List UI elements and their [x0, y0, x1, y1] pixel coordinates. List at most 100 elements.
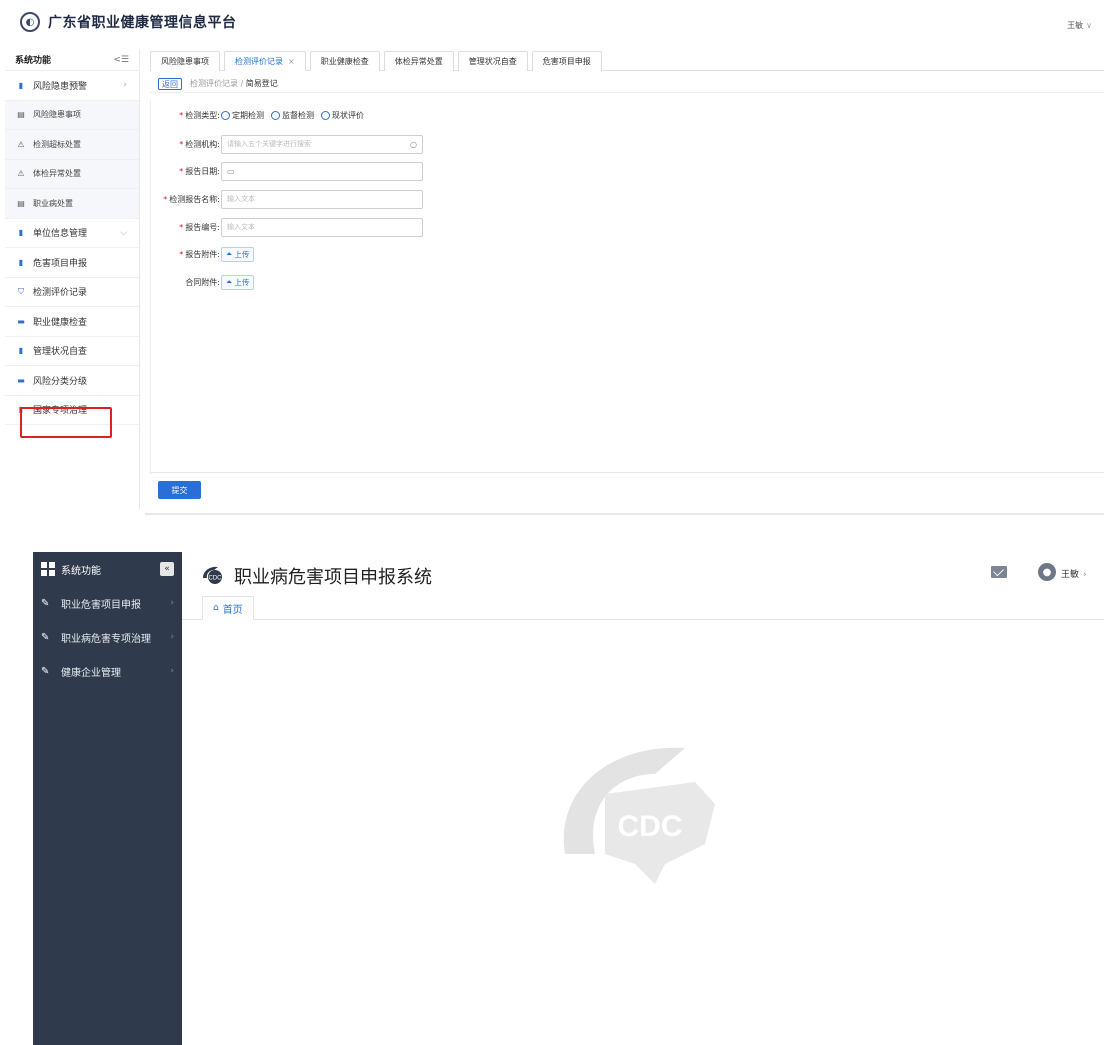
- sidebar-item[interactable]: ▮ 风险隐患预警 ›: [5, 71, 139, 101]
- tab[interactable]: 管理状况自查: [457, 51, 528, 71]
- doc-icon: ▮: [18, 346, 24, 356]
- breadcrumb: 检测评价记录 / 简易登记: [190, 78, 278, 89]
- report-name-input[interactable]: 输入文本: [221, 189, 423, 209]
- sidebar-item[interactable]: ▤ 风险隐患事项: [5, 100, 139, 130]
- sidebar-item-label: 风险隐患预警: [33, 81, 88, 92]
- contract-upload-button[interactable]: ⏶ 上传: [221, 274, 255, 290]
- highlight-box: [20, 407, 112, 438]
- contract-attach-row: 合同附件: ⏶ 上传: [151, 272, 1104, 292]
- tab-bar: 风险隐患事项 检测评价记录 × 职业健康检查 体检异常处置 管理状况自查 危害项目申报: [150, 51, 1104, 71]
- chevron-right-icon: ›: [170, 632, 174, 642]
- warning-icon: ⚠: [17, 139, 25, 149]
- sidebar-item[interactable]: ✎ 职业病危害专项治理 ›: [33, 620, 182, 654]
- breadcrumb-parent[interactable]: 检测评价记录: [190, 79, 238, 88]
- user-name: 王敏: [1067, 21, 1084, 30]
- chevron-right-icon: ›: [1083, 570, 1087, 580]
- sidebar-item-label: 单位信息管理: [33, 229, 88, 240]
- tab[interactable]: 危害项目申报: [531, 51, 602, 71]
- monitor-icon: ▬: [17, 375, 25, 385]
- report-no-row: * 报告编号: 输入文本: [151, 217, 1104, 237]
- tab-label: 体检异常处置: [394, 57, 443, 66]
- sidebar-header: 系统功能 «: [33, 552, 182, 586]
- back-button[interactable]: 返回: [158, 77, 182, 90]
- edit-icon: ✎: [41, 631, 50, 643]
- user-menu[interactable]: 王敏 ›: [1061, 567, 1087, 580]
- sidebar-item[interactable]: ▮ 管理状况自查: [5, 337, 139, 366]
- form-footer: 提交: [150, 472, 1104, 508]
- tab[interactable]: 检测评价记录 ×: [224, 51, 306, 71]
- search-icon: ○: [410, 139, 417, 149]
- report-date-picker[interactable]: ▭: [221, 161, 423, 181]
- tab[interactable]: 职业健康检查: [309, 51, 380, 71]
- sidebar-item[interactable]: ▤ 职业病处置: [5, 189, 139, 219]
- avatar[interactable]: ●: [1038, 563, 1056, 581]
- detect-type-row: * 检测类型: 定期检测 监督检测 现状评价: [151, 105, 1104, 125]
- sidebar-item[interactable]: ▬ 风险分类分级: [5, 366, 139, 396]
- sidebar-item[interactable]: ⚠ 检测超标处置: [5, 130, 139, 160]
- report-date-label: * 报告日期:: [179, 166, 220, 176]
- chevron-down-icon: ⌵: [120, 227, 127, 238]
- submit-button[interactable]: 提交: [158, 481, 201, 499]
- report-upload-button[interactable]: ⏶ 上传: [221, 246, 255, 262]
- close-icon[interactable]: ×: [288, 57, 295, 66]
- agency-row: * 检测机构: 请输入五个关键字进行搜索 ○: [151, 134, 1104, 154]
- edit-icon: ✎: [41, 665, 50, 677]
- sidebar-item-label: 健康企业管理: [61, 667, 121, 679]
- grid-icon: [41, 562, 55, 576]
- sidebar-item-label: 危害项目申报: [33, 258, 88, 269]
- registration-form: * 检测类型: 定期检测 监督检测 现状评价 * 检测机构: 请输入五个关键字进行搜…: [150, 100, 1104, 475]
- sidebar-item[interactable]: ⛉ 检测评价记录: [5, 278, 139, 307]
- monitor-icon: ▬: [17, 316, 25, 326]
- report-name-row: * 检测报告名称: 输入文本: [151, 189, 1104, 209]
- sidebar-item[interactable]: ▮ 危害项目申报: [5, 248, 139, 278]
- dark-sidebar: 系统功能 « ✎ 职业危害项目申报 › ✎ 职业病危害专项治理 › ✎ 健康企业管理 ›: [33, 552, 182, 1045]
- radio-circle-icon: [221, 110, 230, 120]
- sidebar-item[interactable]: ✎ 健康企业管理 ›: [33, 654, 182, 688]
- sidebar-item[interactable]: ⚠ 体检异常处置: [5, 159, 139, 189]
- sidebar-item-label: 检测超标处置: [33, 139, 81, 149]
- tab-label: 管理状况自查: [468, 57, 517, 66]
- sidebar-title: 系统功能: [61, 565, 101, 577]
- list-icon: ▤: [17, 198, 25, 208]
- calendar-icon: ▭: [227, 166, 235, 176]
- chevron-down-icon: ∨: [1086, 21, 1092, 30]
- radio-status-eval[interactable]: 现状评价: [321, 110, 364, 121]
- sidebar-item-label: 职业病危害专项治理: [61, 633, 151, 645]
- tab-home[interactable]: ⌂ 首页: [202, 596, 254, 620]
- user-menu[interactable]: 王敏 ∨: [1067, 20, 1092, 31]
- tab[interactable]: 风险隐患事项: [150, 51, 220, 71]
- sidebar-item-label: 检测评价记录: [33, 288, 88, 299]
- agency-label: * 检测机构:: [179, 139, 220, 149]
- sidebar-item[interactable]: ▮ 单位信息管理 ⌵: [5, 219, 139, 248]
- collapse-icon[interactable]: <☰: [113, 55, 129, 65]
- user-name: 王敏: [1061, 570, 1080, 580]
- radio-periodic[interactable]: 定期检测: [221, 110, 264, 121]
- breadcrumb-current: 简易登记: [245, 79, 278, 88]
- breadcrumb-bar: 返回 检测评价记录 / 简易登记: [150, 75, 1104, 93]
- collapse-icon[interactable]: «: [160, 562, 174, 576]
- tab-label: 职业健康检查: [320, 57, 369, 66]
- home-icon: ⌂: [213, 603, 219, 613]
- shield-icon: ⛉: [18, 286, 24, 296]
- agency-search-input[interactable]: 请输入五个关键字进行搜索 ○: [221, 134, 423, 154]
- watermark-text: CDC: [618, 810, 683, 843]
- sidebar-item-label: 管理状况自查: [33, 347, 88, 358]
- top-sidebar: 系统功能 <☰ ▮ 风险隐患预警 › ▤ 风险隐患事项 ⚠ 检测超标处置 ⚠ 体检异常处置 ▤ 职业…: [5, 49, 140, 509]
- detect-type-label: * 检测类型:: [179, 110, 220, 120]
- warning-icon: ⚠: [17, 169, 25, 179]
- report-no-label: * 报告编号:: [179, 222, 220, 232]
- contract-attach-label: 合同附件:: [185, 277, 220, 287]
- sidebar-item[interactable]: ✎ 职业危害项目申报 ›: [33, 586, 182, 620]
- edit-icon: ✎: [41, 597, 50, 609]
- sidebar-item-label: 职业健康检查: [33, 317, 88, 328]
- sidebar-item-label: 职业病处置: [33, 198, 73, 208]
- doc-icon: ▮: [18, 257, 24, 267]
- tab[interactable]: 体检异常处置: [383, 51, 454, 71]
- platform-logo-icon: ◐: [20, 12, 40, 32]
- report-no-input[interactable]: 输入文本: [221, 217, 423, 237]
- divider: [145, 513, 1104, 515]
- mail-icon[interactable]: [991, 566, 1007, 578]
- system-title: 职业病危害项目申报系统: [234, 567, 432, 588]
- radio-supervision[interactable]: 监督检测: [271, 110, 314, 121]
- sidebar-item[interactable]: ▬ 职业健康检查: [5, 307, 139, 337]
